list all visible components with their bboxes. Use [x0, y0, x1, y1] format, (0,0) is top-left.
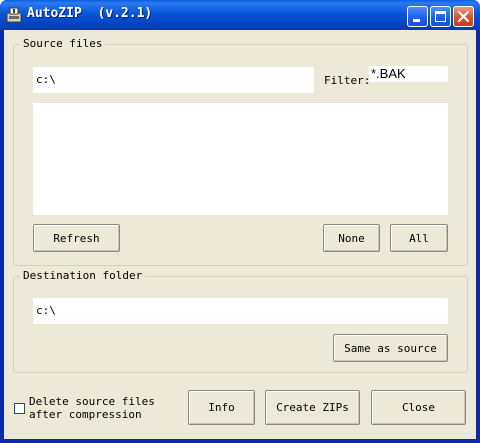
source-file-list[interactable] [33, 103, 448, 215]
delete-source-label-line1: Delete source files [29, 395, 155, 408]
refresh-button[interactable]: Refresh [33, 224, 120, 252]
filter-label: Filter: [324, 74, 371, 87]
delete-source-label-line2: after compression [29, 408, 142, 421]
close-button[interactable]: Close [371, 390, 466, 425]
select-all-button[interactable]: All [390, 224, 448, 252]
info-button[interactable]: Info [188, 390, 255, 425]
close-window-button[interactable] [453, 6, 474, 27]
title-bar[interactable]: AutoZIP (v.2.1) [0, 0, 480, 30]
select-none-button[interactable]: None [323, 224, 380, 252]
maximize-button[interactable] [430, 6, 451, 27]
destination-folder-label: Destination folder [20, 269, 146, 283]
minimize-button[interactable] [407, 6, 428, 27]
minimize-icon [413, 19, 420, 22]
destination-path-input[interactable]: c:\ [33, 298, 448, 324]
create-zips-button[interactable]: Create ZIPs [265, 390, 360, 425]
window-title: AutoZIP (v.2.1) [27, 6, 153, 21]
app-window: AutoZIP (v.2.1) Source files c:\ Filter:… [0, 0, 480, 443]
same-as-source-button[interactable]: Same as source [333, 334, 448, 362]
source-path-input[interactable]: c:\ [33, 67, 314, 93]
autozip-app-icon [6, 7, 22, 23]
filter-input[interactable]: *.BAK [369, 66, 448, 82]
maximize-icon [435, 11, 446, 22]
source-files-label: Source files [20, 37, 106, 51]
delete-source-checkbox[interactable] [14, 403, 25, 414]
close-icon [457, 10, 470, 23]
dialog-client-area: Source files c:\ Filter: *.BAK Refresh N… [4, 30, 476, 439]
